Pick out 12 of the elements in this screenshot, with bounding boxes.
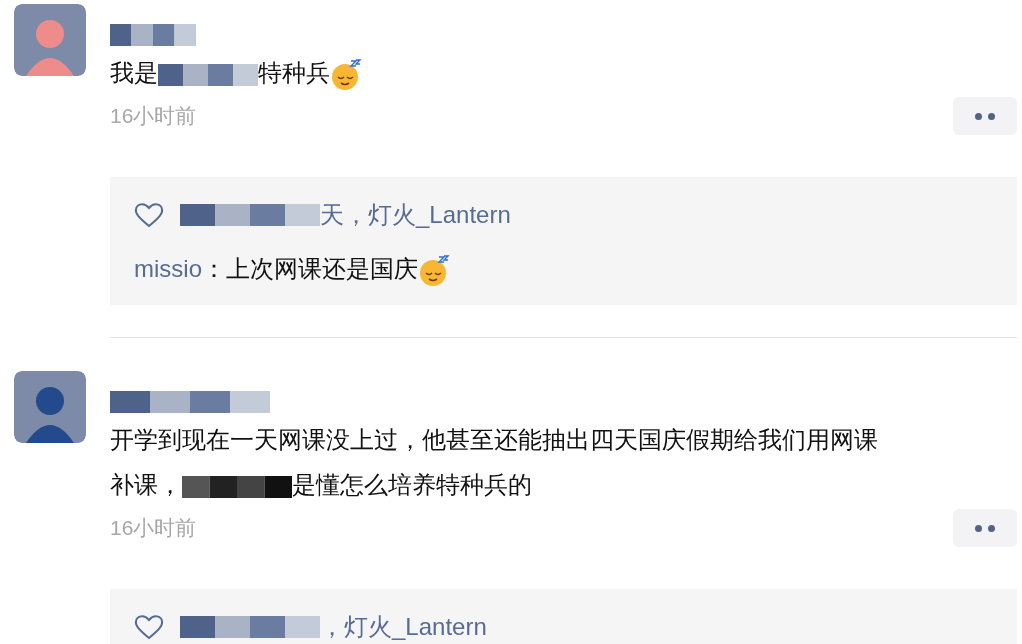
heart-icon	[134, 202, 164, 228]
liker-names: ，灯火_Lantern	[320, 612, 487, 642]
heart-icon	[134, 614, 164, 640]
more-button[interactable]	[953, 509, 1017, 547]
timestamp: 16小时前	[110, 515, 197, 542]
more-button[interactable]	[953, 97, 1017, 135]
comment-text: 我是 特种兵	[110, 50, 1017, 95]
sleeping-face-icon	[330, 58, 362, 91]
comment-text: 开学到现在一天网课没上过，他甚至还能抽出四天国庆假期给我们用网课 补课， 是懂怎么培养特种兵的	[110, 425, 879, 500]
reply-text: missio：上次网课还是国庆	[134, 241, 993, 297]
liker-names: 天，灯火_Lantern	[320, 200, 511, 230]
timestamp: 16小时前	[110, 103, 197, 130]
